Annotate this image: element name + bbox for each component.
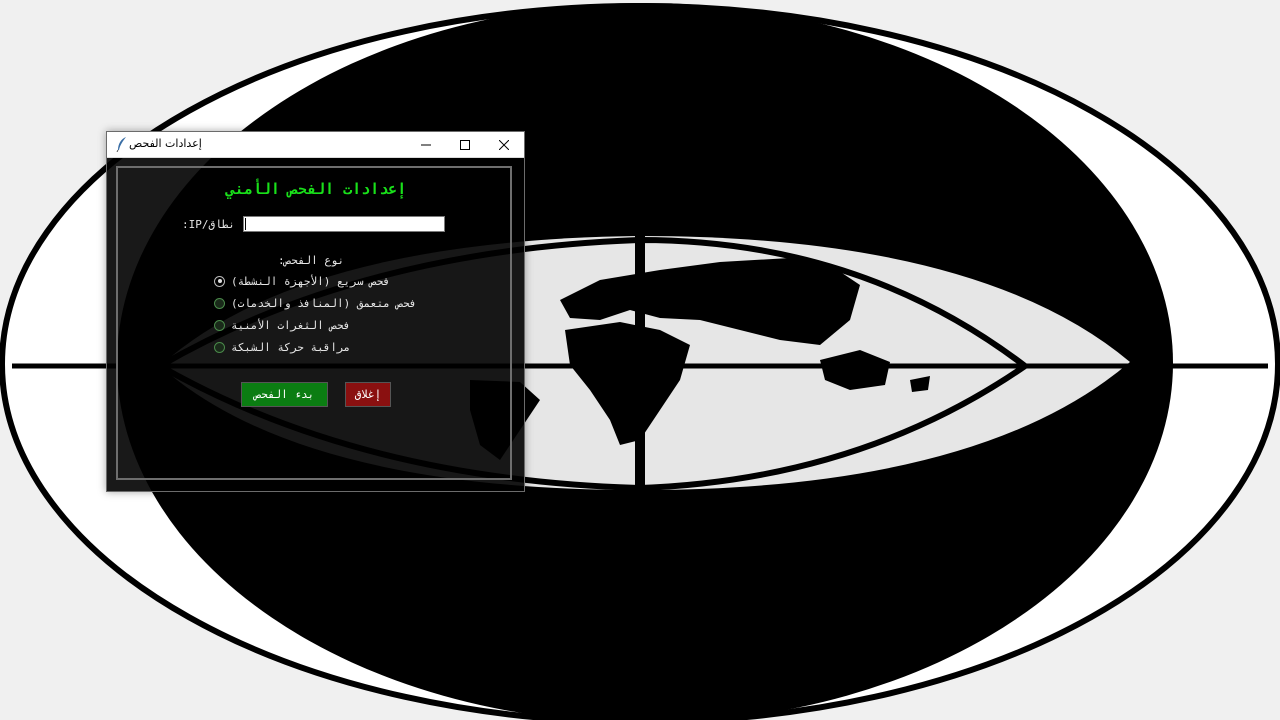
scan-type-label: نوع الفحص:	[278, 254, 345, 267]
scan-option-label: مراقبة حركة الشبكة	[231, 340, 351, 354]
close-window-button[interactable]	[484, 132, 523, 157]
page-title: إعدادات الفحص الأمني	[225, 180, 407, 198]
scan-option-vulnerabilities[interactable]: فحص الثغرات الأمنية	[214, 318, 350, 332]
ip-range-input[interactable]	[243, 216, 445, 232]
title-bar[interactable]: إعدادات الفحص	[107, 132, 524, 158]
radio-button-icon[interactable]	[214, 297, 225, 309]
scan-settings-window: إعدادات الفحص إعدادات الفحص الأمني نطاق/…	[106, 131, 525, 492]
scan-option-deep[interactable]: فحص متعمق (المنافذ والخدمات)	[214, 296, 416, 310]
settings-panel: إعدادات الفحص الأمني نطاق/IP: نوع الفحص:…	[116, 166, 512, 480]
ip-range-label: نطاق/IP:	[182, 218, 235, 231]
window-title: إعدادات الفحص	[129, 137, 202, 150]
feather-icon	[116, 137, 126, 152]
radio-button-icon[interactable]	[214, 275, 225, 287]
scan-option-label: فحص متعمق (المنافذ والخدمات)	[231, 296, 417, 310]
scan-option-label: فحص سريع (الأجهزة النشطة)	[231, 274, 390, 288]
scan-option-label: فحص الثغرات الأمنية	[231, 318, 351, 332]
scan-option-quick[interactable]: فحص سريع (الأجهزة النشطة)	[214, 274, 390, 288]
text-caret	[245, 218, 246, 230]
close-button[interactable]: إغلاق	[345, 382, 391, 407]
maximize-icon	[459, 139, 470, 150]
radio-button-icon[interactable]	[214, 319, 225, 331]
start-scan-button[interactable]: بدء الفحص	[241, 382, 328, 407]
maximize-button[interactable]	[445, 132, 484, 157]
close-icon	[498, 139, 509, 150]
minimize-icon	[420, 144, 431, 145]
radio-button-icon[interactable]	[214, 341, 225, 353]
minimize-button[interactable]	[406, 132, 445, 157]
desktop: إعدادات الفحص إعدادات الفحص الأمني نطاق/…	[0, 0, 1280, 720]
scan-option-traffic-monitor[interactable]: مراقبة حركة الشبكة	[214, 340, 350, 354]
